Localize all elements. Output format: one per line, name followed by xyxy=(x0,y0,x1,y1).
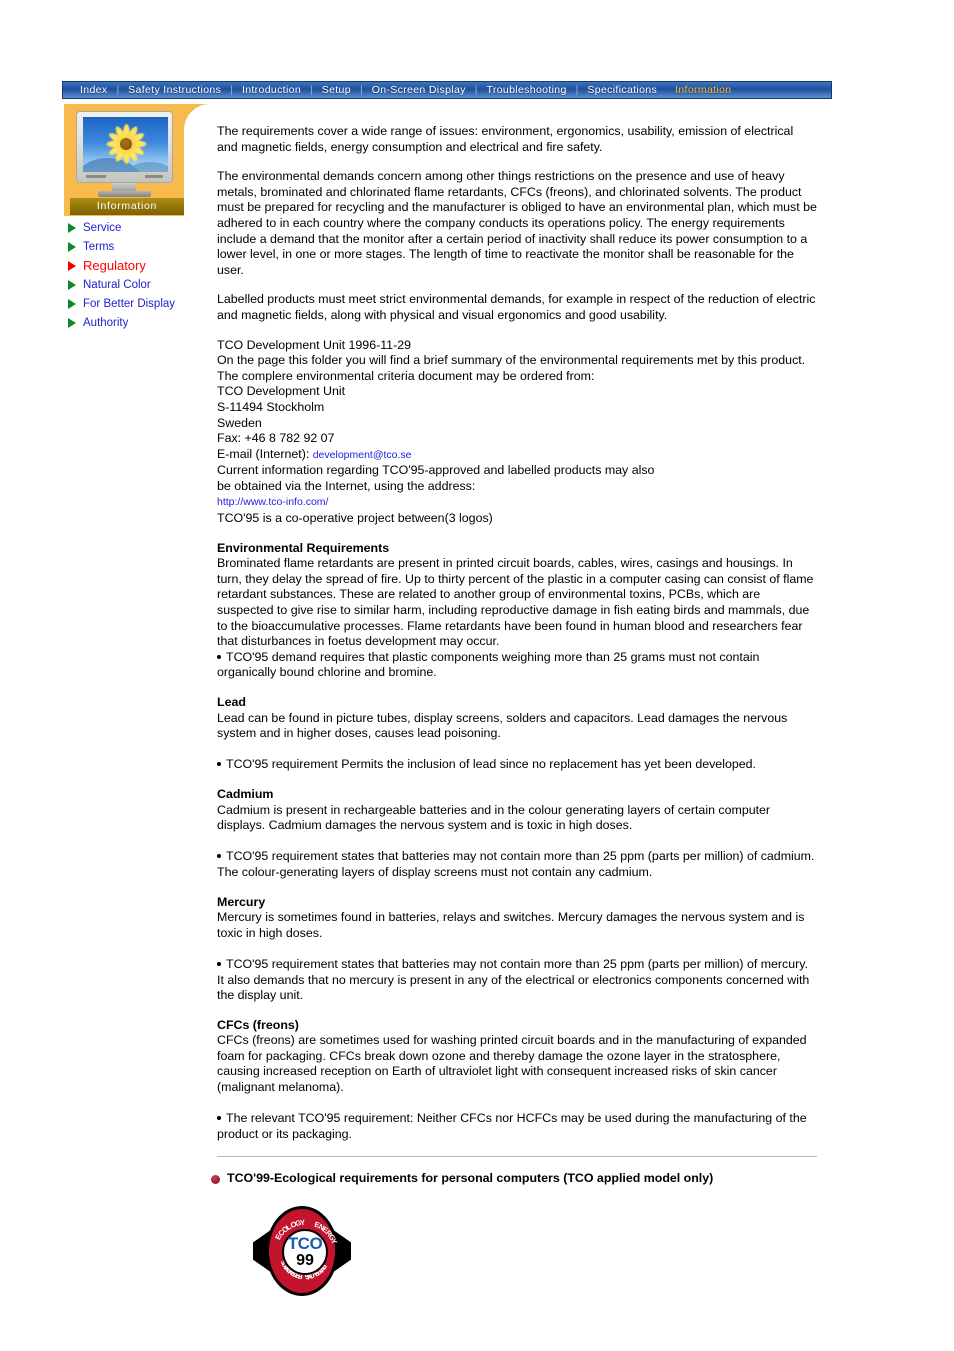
contact-line-country: Sweden xyxy=(217,415,262,430)
top-navigation-bar: Index | Safety Instructions | Introducti… xyxy=(62,81,832,99)
logo-brand-text: TCO xyxy=(287,1234,323,1254)
nav-item-index[interactable]: Index xyxy=(71,82,116,98)
contact-line-current-info: Current information regarding TCO'95-app… xyxy=(217,463,655,478)
main-content: The requirements cover a wide range of i… xyxy=(211,124,817,1297)
contact-line-internet-address: be obtained via the Internet, using the … xyxy=(217,478,476,493)
maroon-bullet-icon xyxy=(211,1174,220,1184)
bullet-text: TCO'95 requirement Permits the inclusion… xyxy=(226,757,756,772)
sidebar-panel-corner xyxy=(184,104,210,130)
section-bullet: TCO'95 requirement states that batteries… xyxy=(217,957,817,1004)
bullet-dot-icon xyxy=(217,762,221,767)
monitor-brand-right xyxy=(145,175,163,178)
section-heading: Lead xyxy=(217,695,246,709)
paragraph-requirements-overview: The requirements cover a wide range of i… xyxy=(217,124,794,154)
monitor-screen xyxy=(83,117,168,172)
bullet-text: TCO'95 requirement states that batteries… xyxy=(217,956,810,1003)
bullet-text: The relevant TCO'95 requirement: Neither… xyxy=(217,1111,807,1141)
nav-item-information[interactable]: Information xyxy=(666,82,740,98)
triangle-bullet-icon xyxy=(68,279,76,290)
sidebar-item-label: Authority xyxy=(83,316,129,329)
contact-line-unit-date: TCO Development Unit 1996-11-29 xyxy=(217,337,411,352)
section-divider xyxy=(217,1156,817,1158)
monitor-sunflower-icon xyxy=(76,111,173,197)
email-label: E-mail (Internet): xyxy=(217,446,313,461)
contact-line-criteria-doc: The complere environmental criteria docu… xyxy=(217,368,595,383)
contact-line-summary: On the page this folder you will find a … xyxy=(217,353,806,368)
sidebar-item-service[interactable]: Service xyxy=(68,218,218,237)
nav-item-introduction[interactable]: Introduction xyxy=(233,82,310,98)
tco99-heading: TCO'99-Ecological requirements for perso… xyxy=(211,1171,817,1187)
section-heading: Environmental Requirements xyxy=(217,540,390,555)
triangle-bullet-icon xyxy=(68,298,76,309)
section-bullet: TCO'95 requirement Permits the inclusion… xyxy=(217,757,817,773)
logo-year-text: 99 xyxy=(296,1252,314,1270)
sidebar-section-title: Information xyxy=(70,198,184,215)
tco99-certification-logo: ECOLOGY ENERGYEMISSIONS ERGONOMICS TCO 9… xyxy=(253,1205,351,1297)
nav-item-on-screen-display[interactable]: On-Screen Display xyxy=(363,82,475,98)
sidebar-item-label: Terms xyxy=(83,240,115,253)
sidebar-item-label: Natural Color xyxy=(83,278,151,291)
page-root: Index | Safety Instructions | Introducti… xyxy=(0,0,954,1351)
sidebar-item-label: Regulatory xyxy=(83,258,146,273)
nav-item-troubleshooting[interactable]: Troubleshooting xyxy=(478,82,576,98)
section-heading: Mercury xyxy=(217,894,266,909)
monitor-bezel xyxy=(76,111,173,183)
triangle-bullet-icon xyxy=(68,317,76,328)
sidebar-link-list: Service Terms Regulatory Natural Color F… xyxy=(68,218,218,332)
email-link[interactable]: development@tco.se xyxy=(313,449,412,461)
logo-inner-circle: TCO 99 xyxy=(282,1229,328,1276)
section-body: Lead can be found in picture tubes, disp… xyxy=(217,710,788,741)
triangle-bullet-icon xyxy=(68,260,76,271)
section-heading: CFCs (freons) xyxy=(217,1017,299,1032)
bullet-dot-icon xyxy=(217,854,221,859)
sidebar-item-terms[interactable]: Terms xyxy=(68,237,218,256)
sunflower-icon xyxy=(105,123,147,165)
sidebar-item-label: For Better Display xyxy=(83,297,176,310)
contact-line-email: E-mail (Internet): development@tco.se xyxy=(217,447,817,464)
contact-line-unit: TCO Development Unit xyxy=(217,384,346,399)
section-bullet: TCO'95 demand requires that plastic comp… xyxy=(217,650,817,681)
bullet-dot-icon xyxy=(217,1116,221,1121)
nav-item-setup[interactable]: Setup xyxy=(313,82,360,98)
sidebar-item-authority[interactable]: Authority xyxy=(68,313,218,332)
section-bullet: TCO'95 requirement states that batteries… xyxy=(217,849,817,880)
contact-line-cooperative: TCO'95 is a co-operative project between… xyxy=(217,511,493,526)
bullet-text: TCO'95 demand requires that plastic comp… xyxy=(217,649,760,680)
tco-info-url-link[interactable]: http://www.tco-info.com/ xyxy=(217,495,328,511)
monitor-brand-left xyxy=(86,175,106,178)
section-bullet: The relevant TCO'95 requirement: Neither… xyxy=(217,1111,817,1142)
sidebar-item-label: Service xyxy=(83,221,122,234)
section-environmental-requirements: Environmental Requirements Brominated fl… xyxy=(217,541,817,681)
section-heading: Cadmium xyxy=(217,786,274,801)
sidebar-item-regulatory[interactable]: Regulatory xyxy=(68,256,218,275)
contact-line-fax: Fax: +46 8 782 92 07 xyxy=(217,431,335,446)
nav-item-specifications[interactable]: Specifications xyxy=(578,82,666,98)
tco-contact-block: TCO Development Unit 1996-11-29 On the p… xyxy=(217,338,817,527)
triangle-bullet-icon xyxy=(68,222,76,233)
section-body: Cadmium is present in rechargeable batte… xyxy=(217,802,771,833)
contact-line-address: S-11494 Stockholm xyxy=(217,399,325,414)
section-cadmium: Cadmium Cadmium is present in rechargeab… xyxy=(217,787,817,881)
section-cfcs: CFCs (freons) CFCs (freons) are sometime… xyxy=(217,1018,817,1143)
sunflower-center xyxy=(120,138,132,150)
paragraph-labelled-products: Labelled products must meet strict envir… xyxy=(217,292,816,322)
section-body: Brominated flame retardants are present … xyxy=(217,556,814,649)
monitor-base xyxy=(98,191,151,197)
section-mercury: Mercury Mercury is sometimes found in ba… xyxy=(217,895,817,1004)
logo-red-ring: ECOLOGY ENERGYEMISSIONS ERGONOMICS TCO 9… xyxy=(266,1206,339,1297)
nav-item-safety-instructions[interactable]: Safety Instructions xyxy=(119,82,230,98)
sidebar-item-natural-color[interactable]: Natural Color xyxy=(68,275,218,294)
section-body: Mercury is sometimes found in batteries,… xyxy=(217,910,805,940)
section-body: CFCs (freons) are sometimes used for was… xyxy=(217,1033,807,1095)
bullet-text: TCO'95 requirement states that batteries… xyxy=(217,849,815,879)
bullet-dot-icon xyxy=(217,654,221,659)
sidebar-item-for-better-display[interactable]: For Better Display xyxy=(68,294,218,313)
tco99-heading-text: TCO'99-Ecological requirements for perso… xyxy=(227,1171,714,1186)
paragraph-environmental-demands: The environmental demands concern among … xyxy=(217,169,817,277)
triangle-bullet-icon xyxy=(68,241,76,252)
section-lead: Lead Lead can be found in picture tubes,… xyxy=(217,695,817,773)
bullet-dot-icon xyxy=(217,961,221,966)
